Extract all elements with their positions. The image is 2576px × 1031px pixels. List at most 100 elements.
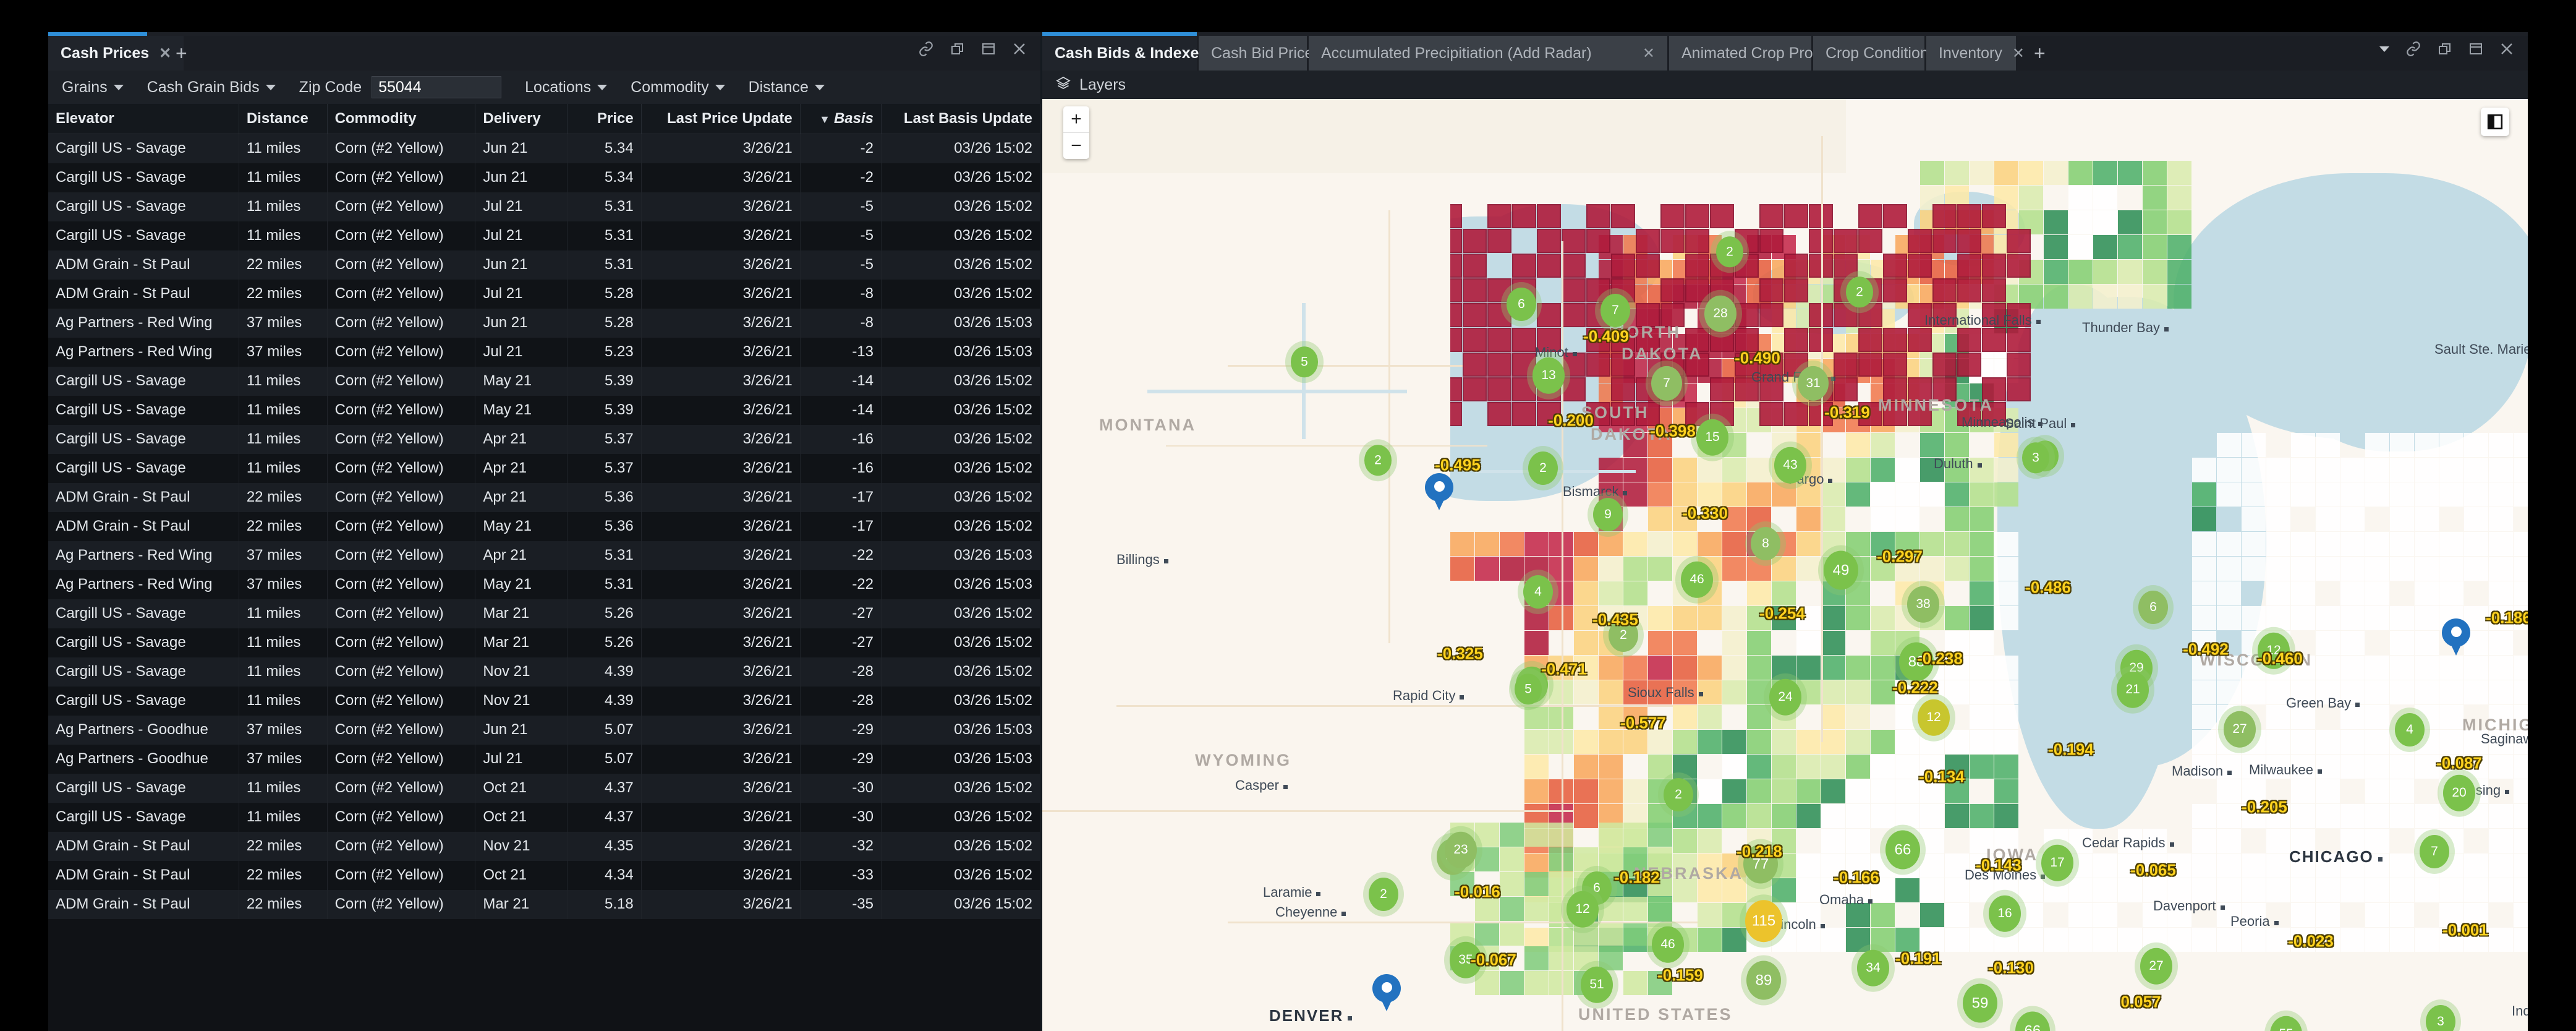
map-cluster-marker[interactable]: 2 bbox=[1846, 276, 1873, 307]
map-cluster-marker[interactable]: 15 bbox=[1696, 419, 1728, 456]
map-cluster-marker[interactable]: 49 bbox=[1824, 550, 1858, 590]
table-row[interactable]: Ag Partners - Red Wing 37 miles Corn (#2 Y… bbox=[48, 308, 1040, 338]
map-cluster-marker[interactable]: 21 bbox=[2117, 671, 2149, 708]
map-cluster-marker[interactable]: 12 bbox=[1566, 891, 1599, 928]
map-cluster-marker[interactable]: 7 bbox=[2420, 835, 2449, 868]
map-location-pin[interactable] bbox=[2442, 618, 2470, 657]
tab-animated-crop-progress[interactable]: Animated Crop Progress✕ bbox=[1669, 36, 1873, 71]
column-header-basis[interactable]: ▼ Basis bbox=[800, 104, 882, 134]
column-header-elevator[interactable]: Elevator bbox=[48, 104, 239, 134]
cash-prices-table-wrapper[interactable]: Elevator Distance Commodity Delivery Price La… bbox=[48, 104, 1040, 1031]
map-cluster-marker[interactable]: 115 bbox=[1745, 900, 1782, 942]
map-location-pin[interactable] bbox=[1372, 974, 1401, 1012]
table-row[interactable]: Cargill US - Savage 11 miles Corn (#2 Yell… bbox=[48, 657, 1040, 687]
table-row[interactable]: Cargill US - Savage 11 miles Corn (#2 Yell… bbox=[48, 599, 1040, 628]
table-row[interactable]: ADM Grain - St Paul 22 miles Corn (#2 Yell… bbox=[48, 860, 1040, 890]
minimize-icon[interactable] bbox=[981, 41, 996, 56]
map-cluster-marker[interactable]: 2 bbox=[1364, 445, 1392, 476]
link-icon[interactable] bbox=[2405, 41, 2421, 57]
locations-dropdown[interactable]: Locations bbox=[525, 79, 608, 96]
layers-bar[interactable]: Layers bbox=[1042, 71, 2528, 99]
tab-inventory[interactable]: Inventory ✕ bbox=[1926, 36, 2025, 71]
table-row[interactable]: Ag Partners - Red Wing 37 miles Corn (#2 Y… bbox=[48, 337, 1040, 367]
map-cluster-marker[interactable]: 17 bbox=[2041, 844, 2073, 881]
map-cluster-marker[interactable]: 7 bbox=[1651, 366, 1682, 401]
minimize-icon[interactable] bbox=[2468, 41, 2483, 56]
map-cluster-marker[interactable]: 31 bbox=[1798, 366, 1829, 401]
restore-icon[interactable] bbox=[2438, 41, 2452, 56]
map-legend-toggle-button[interactable] bbox=[2481, 108, 2509, 136]
map-cluster-marker[interactable]: 23 bbox=[1445, 831, 1477, 868]
map-cluster-marker[interactable]: 46 bbox=[1652, 926, 1684, 963]
map-cluster-marker[interactable]: 13 bbox=[1532, 357, 1565, 394]
map-cluster-marker[interactable]: 4 bbox=[2395, 713, 2425, 747]
close-icon[interactable] bbox=[1012, 41, 1027, 56]
table-row[interactable]: Cargill US - Savage 11 miles Corn (#2 Yell… bbox=[48, 628, 1040, 657]
table-row[interactable]: Cargill US - Savage 11 miles Corn (#2 Yell… bbox=[48, 395, 1040, 425]
tab-crop-condition[interactable]: Crop Condition✕ bbox=[1813, 36, 1951, 71]
table-row[interactable]: ADM Grain - St Paul 22 miles Corn (#2 Yell… bbox=[48, 482, 1040, 512]
distance-dropdown[interactable]: Distance bbox=[749, 79, 825, 96]
map-zoom-controls[interactable]: + − bbox=[1063, 106, 1089, 159]
table-row[interactable]: Ag Partners - Red Wing 37 miles Corn (#2 Y… bbox=[48, 541, 1040, 570]
grains-dropdown[interactable]: Grains bbox=[62, 79, 124, 96]
map-cluster-marker[interactable]: 28 bbox=[1704, 295, 1736, 332]
table-row[interactable]: Cargill US - Savage 11 miles Corn (#2 Yell… bbox=[48, 134, 1040, 163]
map-cluster-marker[interactable]: 12 bbox=[1918, 699, 1950, 736]
close-icon[interactable] bbox=[2499, 41, 2514, 56]
table-row[interactable]: Cargill US - Savage 11 miles Corn (#2 Yell… bbox=[48, 802, 1040, 832]
cash-grain-bids-dropdown[interactable]: Cash Grain Bids bbox=[147, 79, 276, 96]
map-cluster-marker[interactable]: 38 bbox=[1907, 586, 1939, 623]
tab-cash-bids-indexes[interactable]: Cash Bids & Indexes✕ bbox=[1042, 36, 1230, 71]
map-cluster-marker[interactable]: 89 bbox=[1746, 960, 1781, 1000]
table-row[interactable]: Ag Partners - Goodhue 37 miles Corn (#2 Ye… bbox=[48, 715, 1040, 745]
add-tab-button[interactable]: + bbox=[164, 36, 198, 71]
map-cluster-marker[interactable]: 2 bbox=[1716, 236, 1743, 267]
link-icon[interactable] bbox=[918, 41, 934, 57]
column-header-price[interactable]: Price bbox=[567, 104, 642, 134]
map-cluster-marker[interactable]: 4 bbox=[1523, 575, 1553, 609]
table-row[interactable]: Cargill US - Savage 11 miles Corn (#2 Yell… bbox=[48, 366, 1040, 396]
add-tab-button[interactable]: + bbox=[2023, 36, 2057, 71]
column-header-last-price-update[interactable]: Last Price Update bbox=[641, 104, 801, 134]
tab-cash-bid-prices[interactable]: Cash Bid Prices✕ bbox=[1199, 36, 1343, 71]
map-cluster-marker[interactable]: 24 bbox=[1769, 678, 1801, 716]
map-cluster-marker[interactable]: 2 bbox=[1664, 778, 1693, 811]
map-cluster-marker[interactable]: 59 bbox=[1963, 983, 1997, 1023]
map-cluster-marker[interactable]: 66 bbox=[1885, 830, 1920, 870]
map-cluster-marker[interactable]: 2 bbox=[1528, 451, 1558, 485]
map-cluster-marker[interactable]: 6 bbox=[2138, 591, 2168, 624]
table-row[interactable]: Cargill US - Savage 11 miles Corn (#2 Yell… bbox=[48, 453, 1040, 483]
map-location-pin[interactable] bbox=[1425, 473, 1453, 511]
map-cluster-marker[interactable]: 5 bbox=[1291, 346, 1318, 377]
map-canvas[interactable]: NORTH DAKOTA SOUTH DAKOTA MINNESOTA WISCONSIN… bbox=[1042, 99, 2528, 1031]
map-cluster-marker[interactable]: 46 bbox=[1681, 561, 1713, 598]
table-row[interactable]: Cargill US - Savage 11 miles Corn (#2 Yell… bbox=[48, 686, 1040, 716]
commodity-dropdown[interactable]: Commodity bbox=[631, 79, 725, 96]
column-header-last-basis-update[interactable]: Last Basis Update bbox=[881, 104, 1040, 134]
table-row[interactable]: Cargill US - Savage 11 miles Corn (#2 Yell… bbox=[48, 163, 1040, 192]
table-row[interactable]: Ag Partners - Goodhue 37 miles Corn (#2 Ye… bbox=[48, 744, 1040, 774]
map-cluster-marker[interactable]: 27 bbox=[2224, 711, 2256, 748]
map-cluster-marker[interactable]: 6 bbox=[1507, 288, 1536, 321]
zip-code-input[interactable] bbox=[372, 76, 502, 98]
table-row[interactable]: ADM Grain - St Paul 22 miles Corn (#2 Yell… bbox=[48, 889, 1040, 919]
map-cluster-marker[interactable]: 7 bbox=[1600, 294, 1630, 327]
chevron-down-icon[interactable] bbox=[2379, 46, 2389, 52]
map-cluster-marker[interactable]: 20 bbox=[2443, 774, 2475, 811]
map-cluster-marker[interactable]: 3 bbox=[2022, 442, 2049, 473]
map-cluster-marker[interactable]: 27 bbox=[2140, 948, 2172, 985]
table-row[interactable]: ADM Grain - St Paul 22 miles Corn (#2 Yell… bbox=[48, 511, 1040, 541]
table-row[interactable]: Cargill US - Savage 11 miles Corn (#2 Yell… bbox=[48, 221, 1040, 250]
map-cluster-marker[interactable]: 16 bbox=[1989, 895, 2021, 932]
zoom-in-button[interactable]: + bbox=[1063, 106, 1089, 133]
table-row[interactable]: ADM Grain - St Paul 22 miles Corn (#2 Yell… bbox=[48, 279, 1040, 309]
map-cluster-marker[interactable]: 2 bbox=[1369, 878, 1398, 911]
close-icon[interactable]: ✕ bbox=[1643, 45, 1655, 62]
map-cluster-marker[interactable]: 9 bbox=[1593, 498, 1623, 531]
column-header-commodity[interactable]: Commodity bbox=[327, 104, 476, 134]
tab-accumulated-precipitiation-add-radar-[interactable]: Accumulated Precipitiation (Add Radar) ✕ bbox=[1309, 36, 1667, 71]
table-row[interactable]: ADM Grain - St Paul 22 miles Corn (#2 Yell… bbox=[48, 831, 1040, 861]
table-row[interactable]: ADM Grain - St Paul 22 miles Corn (#2 Yell… bbox=[48, 250, 1040, 280]
restore-icon[interactable] bbox=[950, 41, 965, 56]
